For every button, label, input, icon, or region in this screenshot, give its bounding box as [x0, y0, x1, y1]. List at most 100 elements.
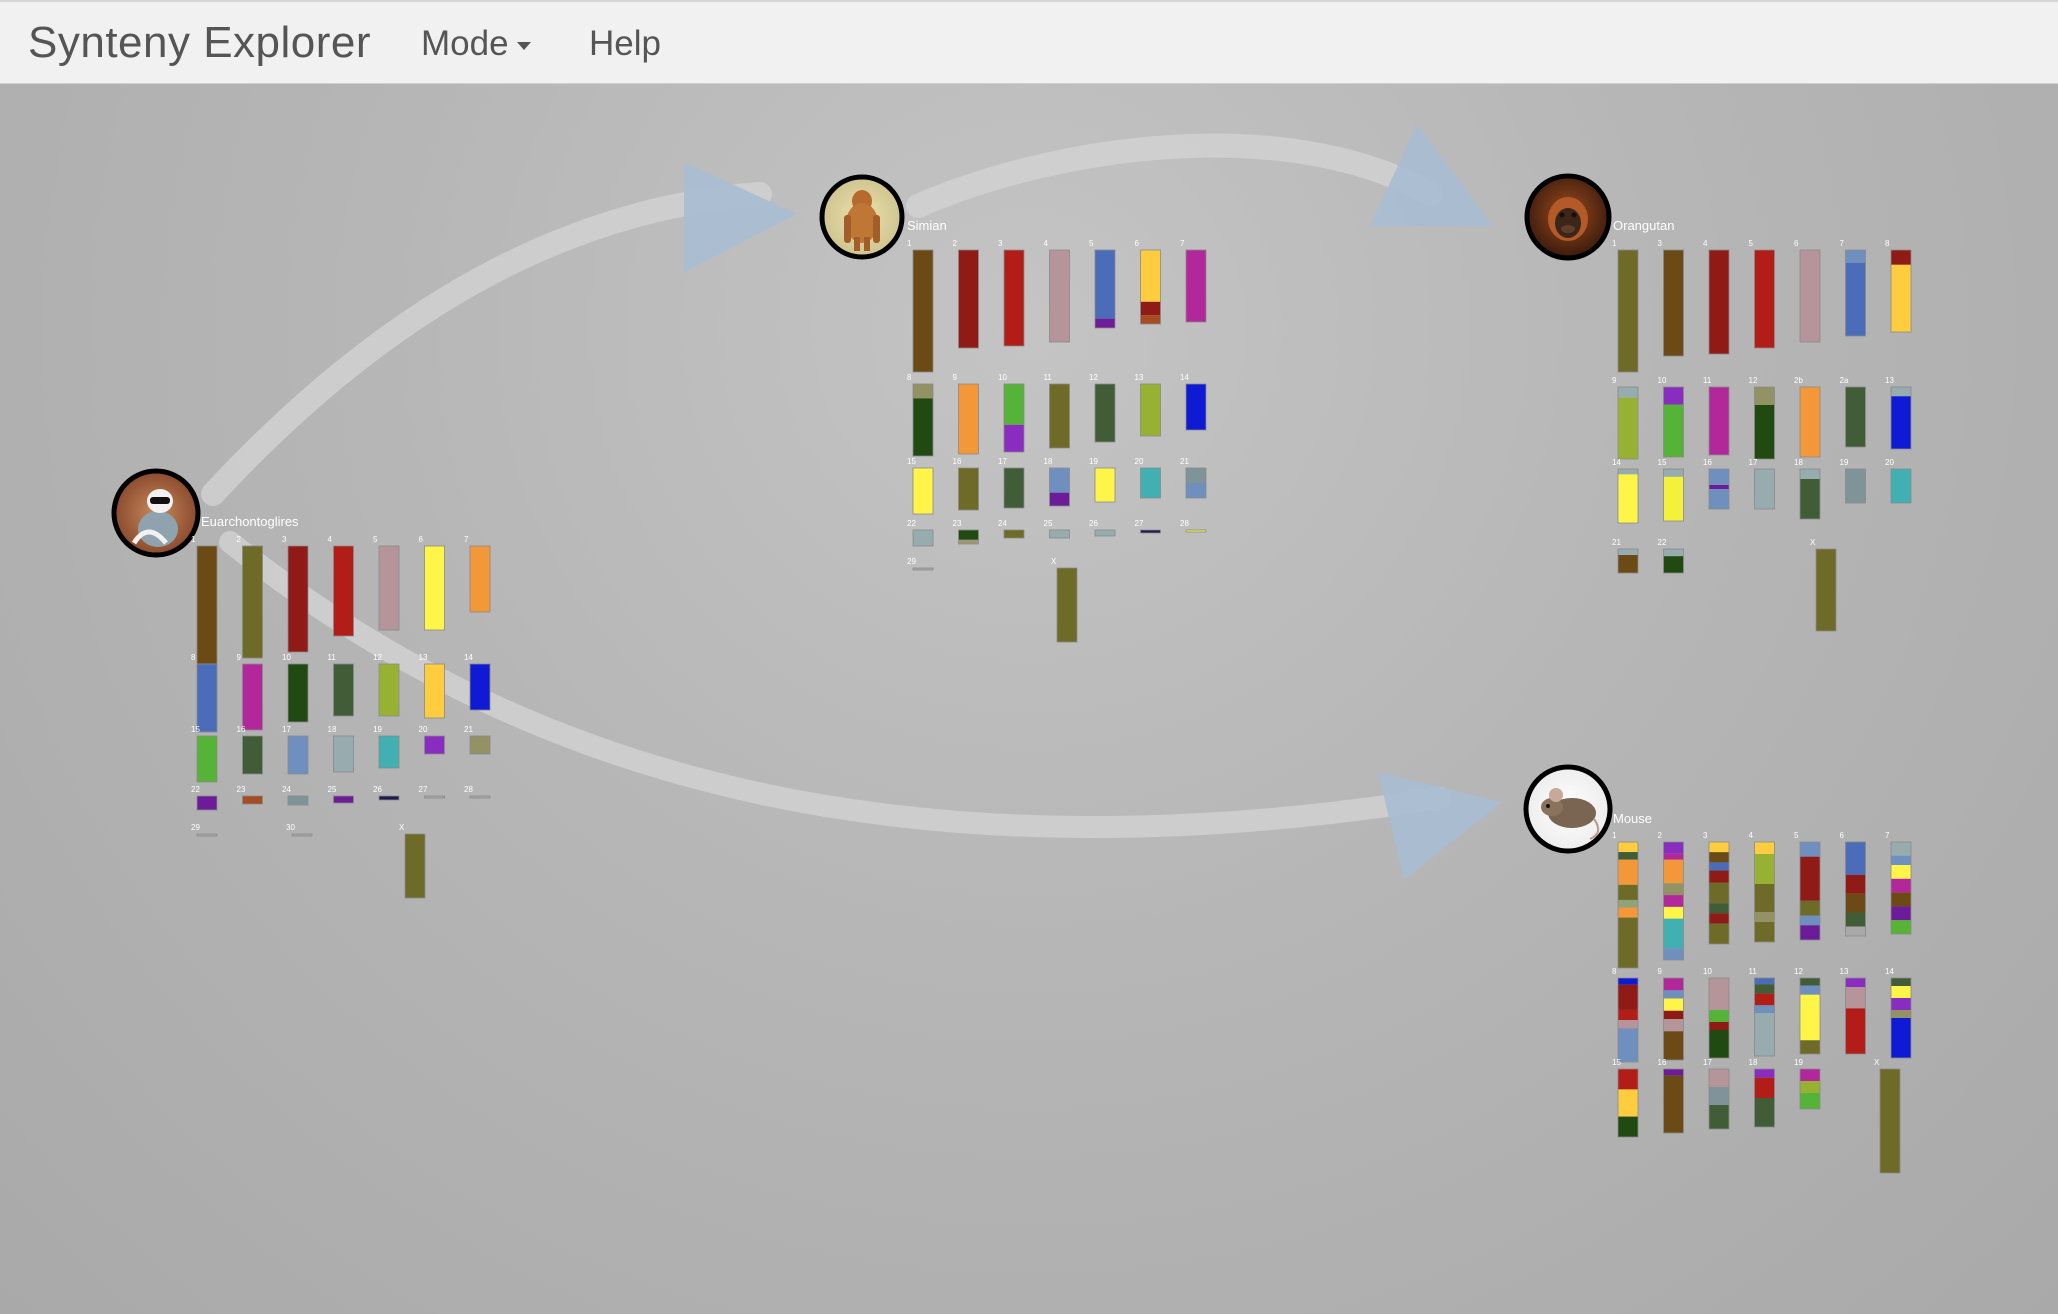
synteny-block[interactable] [1891, 387, 1911, 397]
synteny-block[interactable] [1049, 468, 1070, 493]
chromosome-10[interactable]: 10 [282, 653, 309, 723]
synteny-block[interactable] [1140, 250, 1161, 302]
synteny-block[interactable] [1845, 987, 1866, 1009]
synteny-block[interactable] [1004, 530, 1024, 538]
synteny-block[interactable] [288, 546, 308, 652]
synteny-block[interactable] [1618, 1020, 1638, 1029]
synteny-block[interactable] [1891, 1018, 1911, 1058]
synteny-block[interactable] [1618, 978, 1638, 985]
chromosome-6[interactable]: 6 [419, 535, 445, 631]
chromosome-1[interactable]: 1 [1612, 831, 1639, 969]
synteny-block[interactable] [1754, 1013, 1775, 1056]
chromosome-3[interactable]: 3 [1703, 831, 1730, 945]
synteny-block[interactable] [424, 664, 445, 718]
synteny-block[interactable] [1754, 250, 1775, 348]
chromosome-5[interactable]: 5 [1089, 239, 1116, 329]
synteny-block[interactable] [1891, 878, 1911, 893]
synteny-block[interactable] [1800, 985, 1820, 995]
chromosome-2[interactable]: 2 [953, 239, 979, 349]
synteny-block[interactable] [1663, 853, 1684, 860]
synteny-block[interactable] [242, 546, 263, 658]
chromosome-15[interactable]: 15 [191, 725, 218, 783]
chromosome-8[interactable]: 8 [907, 373, 934, 457]
synteny-block[interactable] [1754, 1005, 1775, 1014]
chromosome-26[interactable]: 26 [1089, 519, 1116, 537]
synteny-block[interactable] [913, 530, 933, 546]
synteny-block[interactable] [1800, 915, 1820, 926]
chromosome-14[interactable]: 14 [1612, 458, 1639, 524]
synteny-block[interactable] [1663, 476, 1684, 521]
chromosome-18[interactable]: 18 [1044, 457, 1070, 507]
synteny-block[interactable] [1891, 855, 1911, 865]
avatar-euarchontoglires[interactable] [111, 468, 201, 558]
synteny-block[interactable] [1709, 913, 1729, 924]
synteny-block[interactable] [1709, 489, 1729, 509]
synteny-block[interactable] [1618, 1089, 1638, 1117]
synteny-block[interactable] [242, 664, 263, 730]
synteny-block[interactable] [333, 796, 354, 803]
synteny-block[interactable] [1800, 479, 1820, 519]
synteny-block[interactable] [958, 468, 979, 510]
synteny-block[interactable] [1709, 1069, 1729, 1087]
chromosome-5[interactable]: 5 [1794, 831, 1821, 941]
chromosome-1[interactable]: 1 [907, 239, 934, 373]
synteny-block[interactable] [1754, 984, 1775, 994]
synteny-block[interactable] [1800, 842, 1820, 857]
chromosome-26[interactable]: 26 [373, 785, 400, 801]
synteny-block[interactable] [1004, 424, 1024, 452]
synteny-block[interactable] [1049, 250, 1070, 342]
synteny-block[interactable] [1845, 842, 1866, 875]
synteny-block[interactable] [1618, 1069, 1638, 1090]
synteny-block[interactable] [242, 796, 263, 804]
chromosome-4[interactable]: 4 [1703, 239, 1730, 355]
chromosome-1[interactable]: 1 [1612, 239, 1639, 373]
synteny-block[interactable] [1891, 978, 1911, 986]
synteny-block[interactable] [1891, 892, 1911, 907]
synteny-block[interactable] [1709, 903, 1729, 914]
synteny-block[interactable] [1754, 912, 1775, 922]
chromosome-18[interactable]: 18 [328, 725, 354, 773]
synteny-block[interactable] [1663, 404, 1684, 458]
synteny-block[interactable] [1845, 912, 1866, 927]
avatar-orangutan[interactable] [1524, 173, 1612, 261]
synteny-block[interactable] [958, 539, 979, 544]
synteny-block[interactable] [1891, 998, 1911, 1010]
synteny-block[interactable] [1709, 1087, 1729, 1105]
synteny-block[interactable] [1095, 250, 1115, 319]
synteny-block[interactable] [1891, 250, 1911, 265]
synteny-block[interactable] [1663, 1010, 1684, 1019]
chromosome-10[interactable]: 10 [1703, 967, 1730, 1059]
chromosome-11[interactable]: 11 [328, 653, 354, 717]
synteny-block[interactable] [1800, 900, 1820, 916]
synteny-block[interactable] [1754, 1098, 1775, 1127]
synteny-block[interactable] [1800, 469, 1820, 479]
avatar-simian[interactable] [819, 174, 905, 260]
chromosome-23[interactable]: 23 [953, 519, 979, 545]
chromosome-3[interactable]: 3 [998, 239, 1025, 347]
chromosome-11[interactable]: 11 [1749, 967, 1775, 1057]
chromosome-28[interactable]: 28 [1180, 519, 1207, 533]
chromosome-9[interactable]: 9 [1612, 376, 1639, 460]
chromosome-21[interactable]: 21 [464, 725, 491, 755]
synteny-block[interactable] [1618, 549, 1638, 555]
synteny-block[interactable] [288, 796, 308, 805]
synteny-block[interactable] [1845, 893, 1866, 913]
synteny-block[interactable] [1663, 842, 1684, 854]
synteny-block[interactable] [1618, 474, 1638, 523]
synteny-block[interactable] [1663, 1019, 1684, 1032]
chromosome-30[interactable]: 30 [286, 823, 313, 837]
chromosome-X[interactable]: X [1810, 538, 1837, 632]
synteny-block[interactable] [1709, 1022, 1729, 1030]
chromosome-15[interactable]: 15 [1612, 1058, 1639, 1138]
chromosome-20[interactable]: 20 [1885, 458, 1912, 504]
synteny-block[interactable] [1663, 549, 1684, 557]
chromosome-19[interactable]: 19 [373, 725, 400, 769]
synteny-block[interactable] [1800, 925, 1820, 940]
synteny-block[interactable] [1891, 469, 1911, 503]
synteny-block[interactable] [1754, 1077, 1775, 1098]
synteny-block[interactable] [1663, 895, 1684, 907]
synteny-block[interactable] [1663, 469, 1684, 477]
synteny-block[interactable] [1709, 870, 1729, 883]
synteny-block[interactable] [913, 468, 933, 514]
synteny-block[interactable] [1618, 917, 1638, 968]
